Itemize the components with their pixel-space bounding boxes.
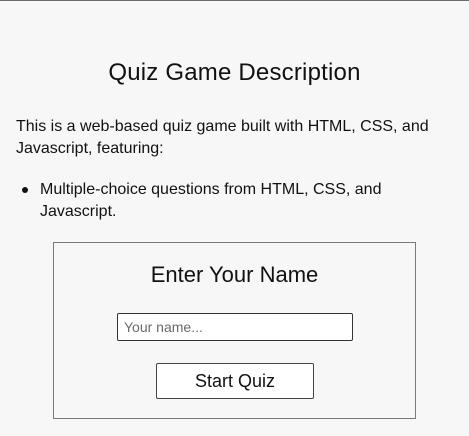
intro-text: This is a web-based quiz game built with… [16, 118, 429, 157]
name-entry-panel: Enter Your Name Start Quiz [53, 242, 416, 419]
name-panel-title: Enter Your Name [150, 262, 319, 287]
feature-list: Multiple-choice questions from HTML, CSS… [16, 179, 446, 223]
top-divider [0, 0, 469, 1]
start-quiz-button[interactable]: Start Quiz [156, 363, 314, 399]
page-title: Quiz Game Description [108, 59, 361, 86]
feature-item: Multiple-choice questions from HTML, CSS… [16, 179, 446, 223]
name-input[interactable] [117, 313, 353, 341]
